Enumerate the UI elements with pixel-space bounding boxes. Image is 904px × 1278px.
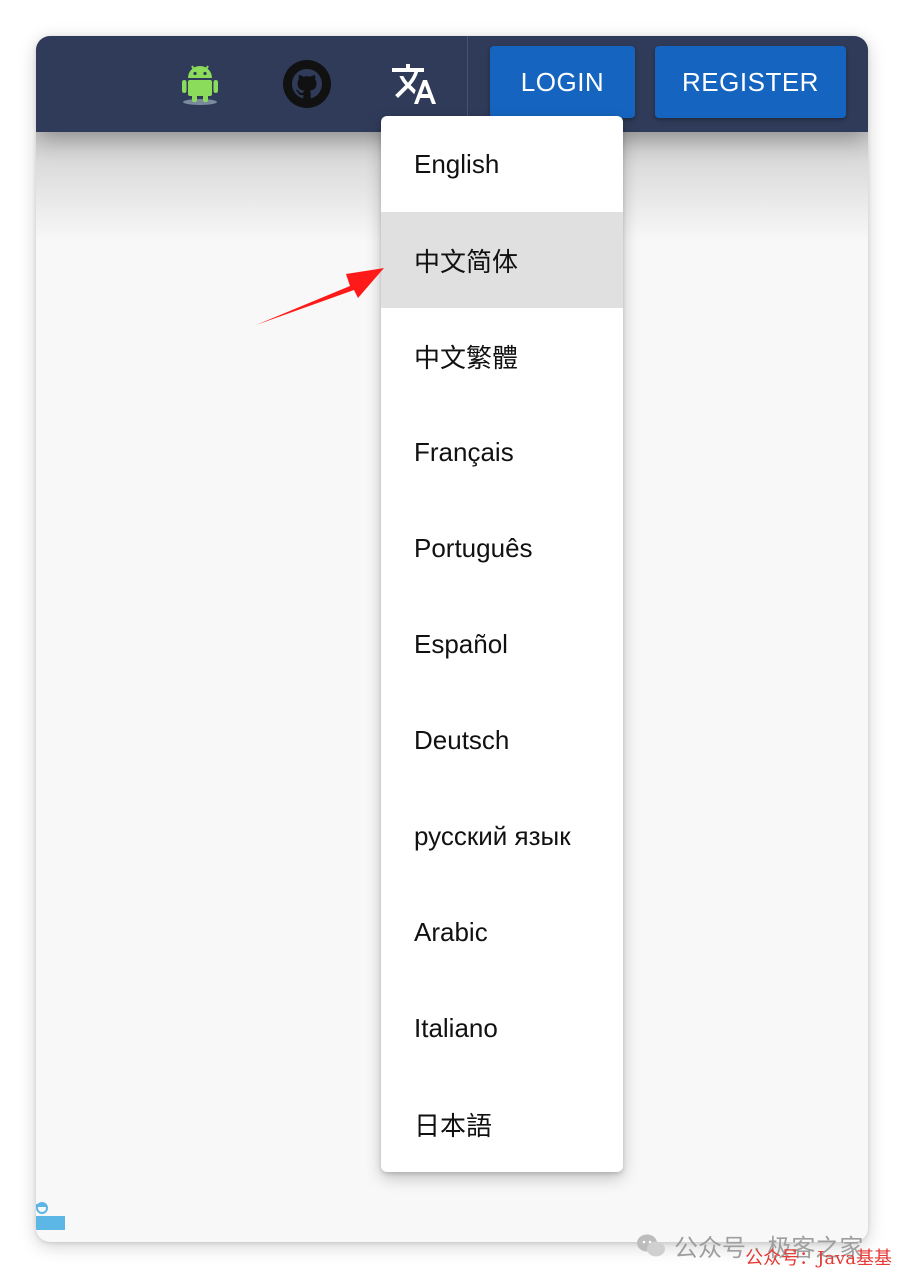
- github-icon[interactable]: [279, 56, 335, 112]
- translate-icon[interactable]: [386, 56, 442, 112]
- language-item-english[interactable]: English: [381, 116, 623, 212]
- language-menu: English 中文简体 中文繁體 Français Português Esp…: [381, 116, 623, 1172]
- android-icon[interactable]: [172, 56, 228, 112]
- language-item-italian[interactable]: Italiano: [381, 980, 623, 1076]
- wechat-icon: [637, 1234, 665, 1256]
- language-item-french[interactable]: Français: [381, 404, 623, 500]
- language-item-zh-hant[interactable]: 中文繁體: [381, 308, 623, 404]
- app-window: LOGIN REGISTER English 中文简体 中文繁體 Françai…: [36, 36, 868, 1242]
- language-item-zh-hans[interactable]: 中文简体: [381, 212, 623, 308]
- language-item-spanish[interactable]: Español: [381, 596, 623, 692]
- login-button[interactable]: LOGIN: [490, 46, 635, 118]
- red-watermark: 公众号：Java基基: [745, 1248, 892, 1269]
- register-button[interactable]: REGISTER: [655, 46, 846, 118]
- language-item-japanese[interactable]: 日本語: [381, 1076, 623, 1172]
- language-item-russian[interactable]: русский язык: [381, 788, 623, 884]
- language-item-portuguese[interactable]: Português: [381, 500, 623, 596]
- floating-helper-icon[interactable]: [36, 1196, 66, 1232]
- language-item-german[interactable]: Deutsch: [381, 692, 623, 788]
- annotation-arrow-icon: [256, 268, 384, 325]
- language-item-arabic[interactable]: Arabic: [381, 884, 623, 980]
